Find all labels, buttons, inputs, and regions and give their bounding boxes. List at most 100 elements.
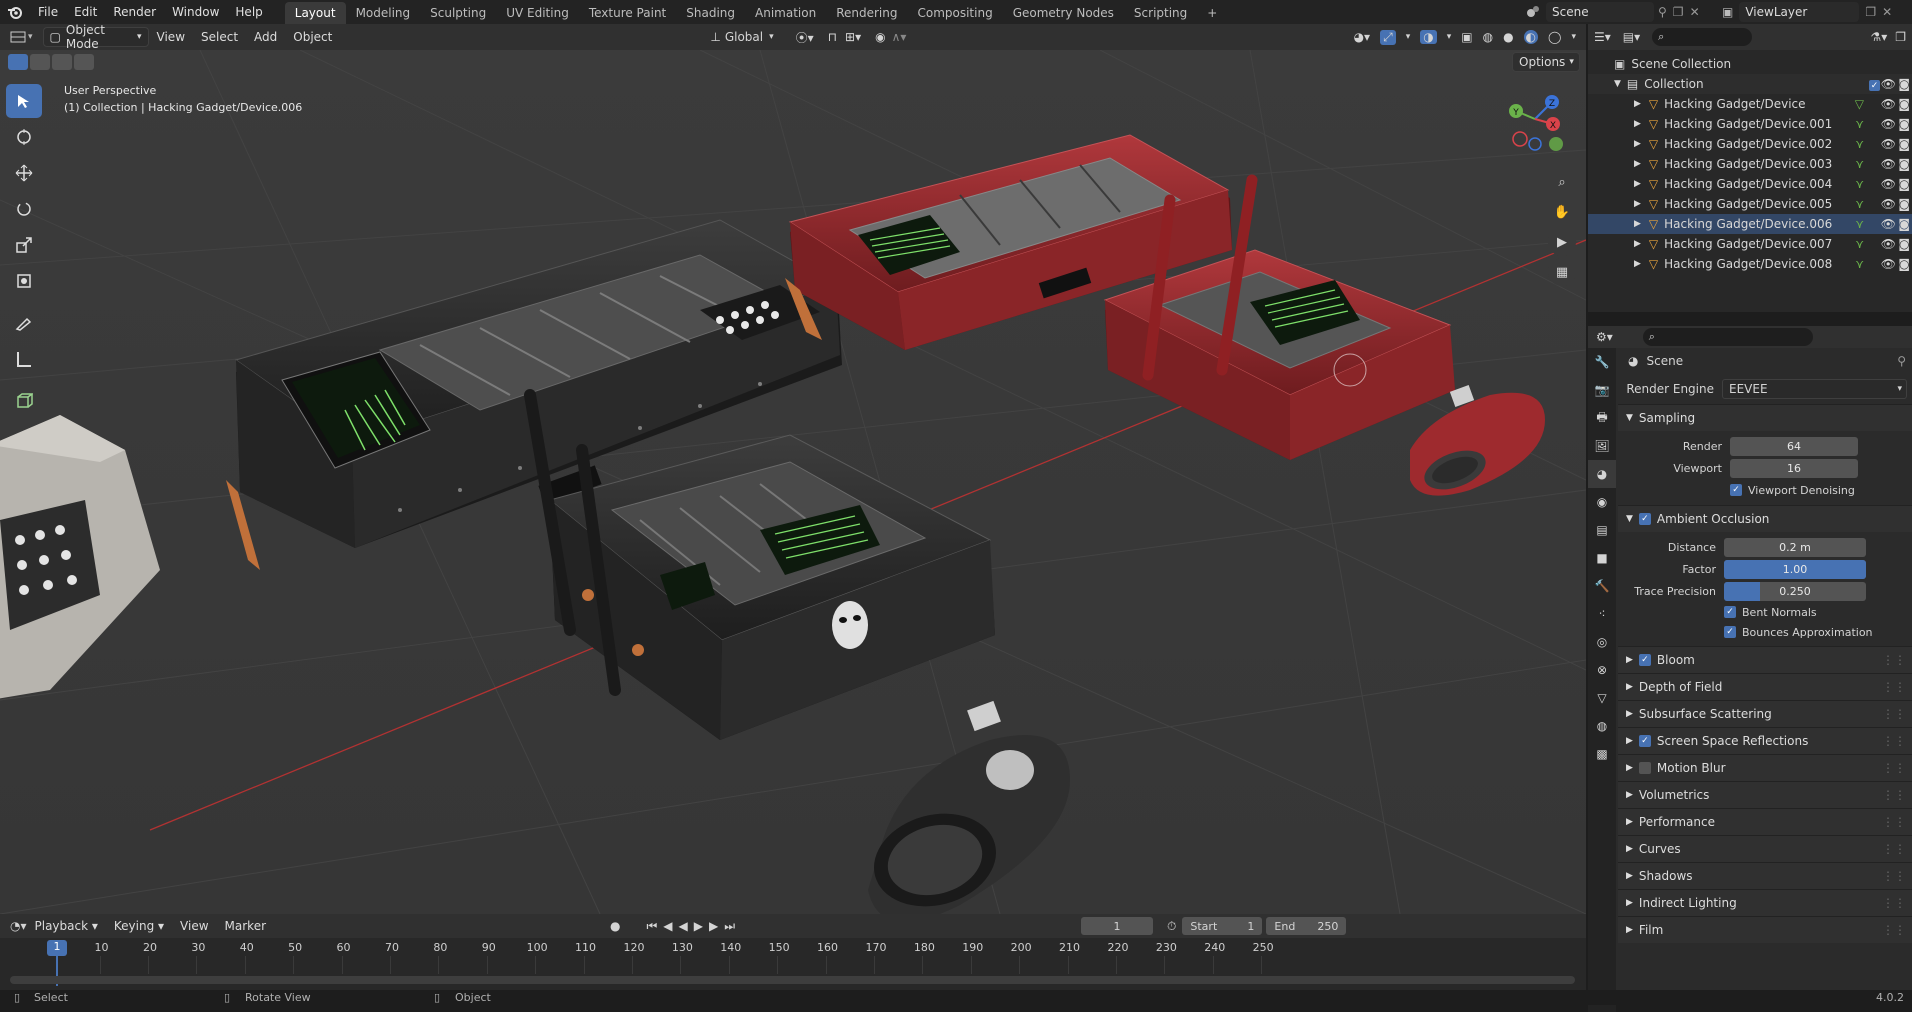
timeline-scrollbar[interactable]: [10, 976, 1575, 984]
outliner-item[interactable]: ▶ ▽ Hacking Gadget/Device.008 ⋎ 👁 ◙: [1588, 254, 1912, 274]
outliner-item[interactable]: ▶ ▽ Hacking Gadget/Device.003 ⋎ 👁 ◙: [1588, 154, 1912, 174]
rotate-tool[interactable]: [6, 192, 42, 226]
texture-tab-icon[interactable]: ▩: [1588, 740, 1616, 768]
eye-icon[interactable]: 👁: [1881, 97, 1896, 111]
solid-shading-icon[interactable]: ●: [1503, 30, 1513, 44]
scene-collection-row[interactable]: ▣ Scene Collection: [1588, 54, 1912, 74]
ao-enable-checkbox[interactable]: ✓: [1638, 513, 1651, 525]
scale-tool[interactable]: [6, 228, 42, 262]
drag-handle-icon[interactable]: ⋮⋮: [1882, 842, 1906, 856]
camera-icon[interactable]: ◙: [1898, 117, 1910, 131]
mode-selector[interactable]: ▢ Object Mode ▾: [42, 23, 149, 51]
tab-texture-paint[interactable]: Texture Paint: [579, 2, 676, 24]
tab-animation[interactable]: Animation: [745, 2, 826, 24]
menu-object[interactable]: Object: [285, 24, 340, 50]
physics-tab-icon[interactable]: ◎: [1588, 628, 1616, 656]
data-tab-icon[interactable]: ▽: [1588, 684, 1616, 712]
eye-icon[interactable]: 👁: [1881, 217, 1896, 231]
playhead[interactable]: 1: [47, 940, 67, 956]
snap-increment-icon[interactable]: ⊞▾: [845, 30, 861, 44]
pivot-icon[interactable]: ⦿▾: [796, 29, 814, 46]
tab-shading[interactable]: Shading: [676, 2, 745, 24]
eye-icon[interactable]: 👁: [1881, 197, 1896, 211]
visibility-icon[interactable]: ◕▾: [1354, 30, 1371, 44]
section-header[interactable]: ▶ Motion Blur ⋮⋮: [1618, 754, 1912, 781]
menu-add[interactable]: Add: [246, 24, 285, 50]
drag-handle-icon[interactable]: ⋮⋮: [1882, 923, 1906, 937]
menu-keying[interactable]: Keying ▾: [106, 914, 172, 938]
start-frame-field[interactable]: Start 1: [1182, 917, 1263, 935]
constraints-tab-icon[interactable]: ⊗: [1588, 656, 1616, 684]
tab-compositing[interactable]: Compositing: [907, 2, 1002, 24]
modifier-tab-icon[interactable]: 🔨: [1588, 572, 1616, 600]
cursor-tool[interactable]: [6, 120, 42, 154]
tab-uv-editing[interactable]: UV Editing: [496, 2, 579, 24]
section-header[interactable]: ▶ Depth of Field ⋮⋮: [1618, 673, 1912, 700]
section-header[interactable]: ▶ Curves ⋮⋮: [1618, 835, 1912, 862]
measure-tool[interactable]: [6, 342, 42, 376]
chevron-right-icon[interactable]: ▶: [1634, 139, 1641, 149]
outliner-item[interactable]: ▶ ▽ Hacking Gadget/Device.002 ⋎ 👁 ◙: [1588, 134, 1912, 154]
modifier-icon[interactable]: ⋎: [1855, 237, 1864, 251]
section-header[interactable]: ▶ Volumetrics ⋮⋮: [1618, 781, 1912, 808]
falloff-icon[interactable]: ∧▾: [892, 30, 907, 44]
annotate-tool[interactable]: [6, 306, 42, 340]
select-box-mode-icon[interactable]: [8, 54, 28, 70]
filter-icon[interactable]: ⚗▾: [1870, 30, 1887, 44]
xray-icon[interactable]: ▣: [1461, 30, 1472, 44]
stopwatch-icon[interactable]: ⏱: [1167, 919, 1176, 934]
trace-precision-slider[interactable]: 0.250: [1724, 581, 1866, 601]
copy-icon[interactable]: ❐: [1865, 5, 1876, 19]
bounces-approx-checkbox[interactable]: ✓ Bounces Approximation: [1618, 622, 1912, 642]
section-checkbox[interactable]: ✓: [1638, 735, 1651, 747]
new-collection-icon[interactable]: ❐: [1895, 30, 1906, 44]
pin-icon[interactable]: ⚲: [1658, 5, 1667, 19]
section-header[interactable]: ▶ ✓ Screen Space Reflections ⋮⋮: [1618, 727, 1912, 754]
proportional-edit-icon[interactable]: ◉: [875, 30, 885, 44]
section-header[interactable]: ▶ Film ⋮⋮: [1618, 916, 1912, 943]
drag-handle-icon[interactable]: ⋮⋮: [1882, 680, 1906, 694]
section-header[interactable]: ▶ Indirect Lighting ⋮⋮: [1618, 889, 1912, 916]
select-intersect-icon[interactable]: [74, 54, 94, 70]
wireframe-shading-icon[interactable]: ◍: [1483, 30, 1493, 44]
section-checkbox[interactable]: ✓: [1638, 654, 1651, 666]
transform-orientation[interactable]: ⊥ Global ▾: [710, 30, 773, 44]
chevron-down-icon[interactable]: ▾: [1447, 32, 1452, 42]
eye-icon[interactable]: 👁: [1881, 237, 1896, 251]
menu-file[interactable]: File: [30, 0, 66, 24]
section-header[interactable]: ▶ Shadows ⋮⋮: [1618, 862, 1912, 889]
options-button[interactable]: Options ▾: [1512, 52, 1580, 72]
drag-handle-icon[interactable]: ⋮⋮: [1882, 896, 1906, 910]
menu-render[interactable]: Render: [105, 0, 164, 24]
outliner-editor-icon[interactable]: ☰▾: [1594, 30, 1611, 44]
output-tab-icon[interactable]: 🖶: [1588, 404, 1616, 432]
drag-handle-icon[interactable]: ⋮⋮: [1882, 869, 1906, 883]
viewport-denoising-checkbox[interactable]: ✓ Viewport Denoising: [1618, 479, 1912, 501]
timeline-editor-icon[interactable]: ◔▾: [10, 919, 27, 933]
drag-handle-icon[interactable]: ⋮⋮: [1882, 653, 1906, 667]
camera-icon[interactable]: ◙: [1898, 137, 1910, 151]
move-tool[interactable]: [6, 156, 42, 190]
object-tab-icon[interactable]: ■: [1588, 544, 1616, 572]
menu-select[interactable]: Select: [193, 24, 246, 50]
close-icon[interactable]: ✕: [1690, 5, 1700, 19]
tab-sculpting[interactable]: Sculpting: [420, 2, 496, 24]
chevron-right-icon[interactable]: ▶: [1634, 159, 1641, 169]
sampling-section-header[interactable]: ▼ Sampling: [1618, 404, 1912, 431]
menu-window[interactable]: Window: [164, 0, 227, 24]
end-frame-field[interactable]: End 250: [1266, 917, 1347, 935]
grid-ortho-icon[interactable]: ▦: [1548, 258, 1576, 286]
chevron-down-icon[interactable]: ▾: [1571, 32, 1576, 42]
eye-icon[interactable]: 👁: [1881, 137, 1896, 151]
outliner-item[interactable]: ▶ ▽ Hacking Gadget/Device.006 ⋎ 👁 ◙: [1588, 214, 1912, 234]
navigation-gizmo[interactable]: Z Y X: [1500, 84, 1570, 154]
camera-icon[interactable]: ◙: [1898, 177, 1910, 191]
close-icon[interactable]: ✕: [1882, 5, 1892, 19]
tab-scripting[interactable]: Scripting: [1124, 2, 1197, 24]
modifier-icon[interactable]: ⋎: [1855, 157, 1864, 171]
pan-hand-icon[interactable]: ✋: [1548, 198, 1576, 226]
snap-icon[interactable]: ⊓: [828, 30, 837, 44]
view-layer-field[interactable]: ViewLayer: [1739, 2, 1860, 22]
chevron-down-icon[interactable]: ▼: [1614, 79, 1621, 89]
menu-view[interactable]: View: [149, 24, 193, 50]
